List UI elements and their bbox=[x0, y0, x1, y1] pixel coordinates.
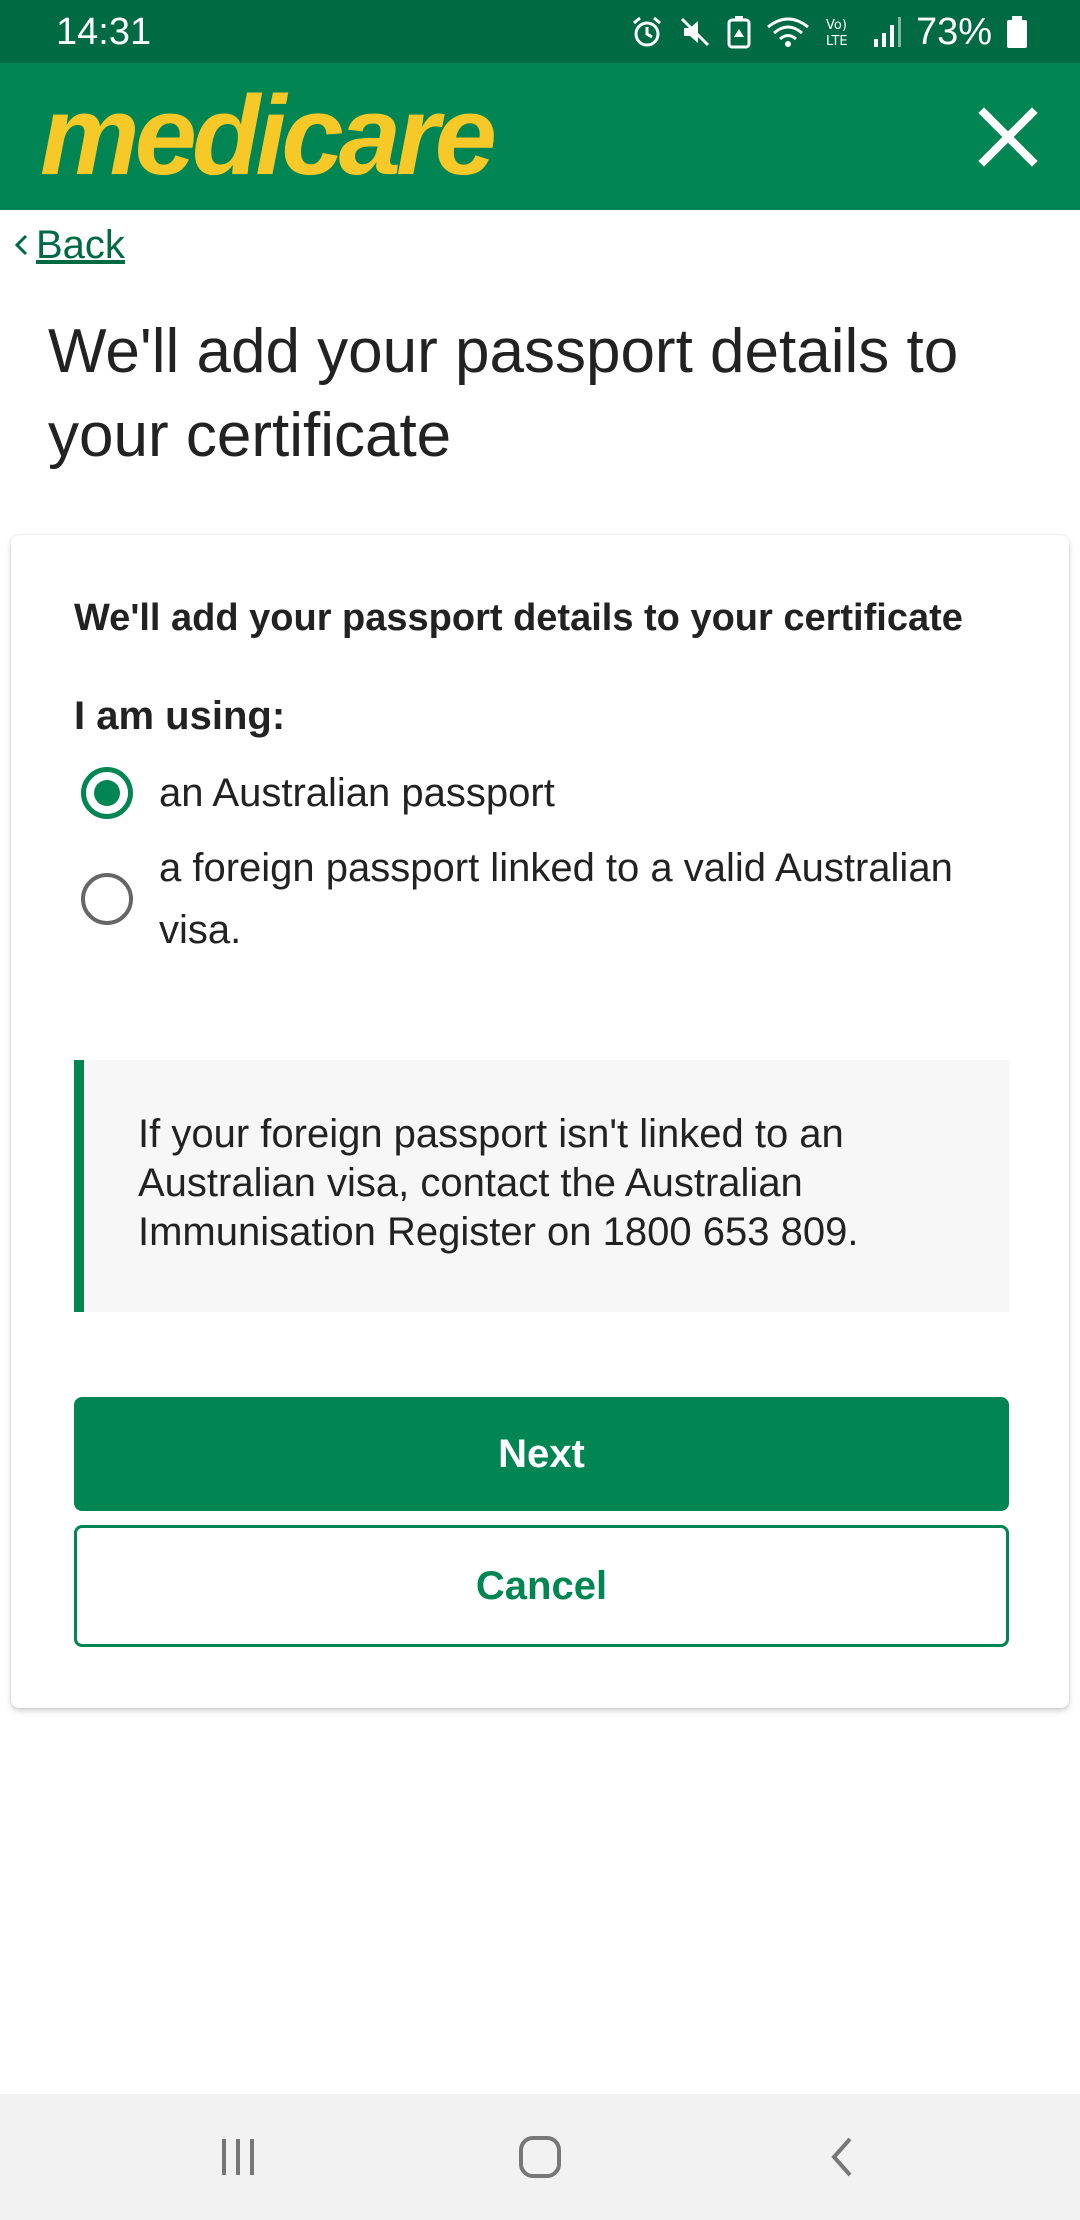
back-label: Back bbox=[36, 222, 125, 267]
status-icons: Vo) LTE 73% bbox=[630, 10, 1028, 54]
alarm-icon bbox=[632, 16, 661, 47]
app-header: medicare bbox=[0, 63, 1080, 210]
next-button[interactable]: Next bbox=[74, 1397, 1009, 1511]
recent-apps-icon bbox=[222, 2139, 254, 2175]
close-icon bbox=[978, 107, 1038, 167]
radio-dot bbox=[94, 780, 120, 806]
question-label: I am using: bbox=[74, 694, 286, 738]
signal-icon bbox=[873, 17, 901, 47]
radio-button-selected[interactable] bbox=[81, 767, 133, 819]
page-title: We'll add your passport details to your … bbox=[48, 317, 959, 470]
volte-lte-icon: Vo) LTE bbox=[826, 18, 848, 49]
home-button[interactable] bbox=[490, 2122, 590, 2192]
radio-button[interactable] bbox=[81, 873, 133, 925]
status-time: 14:31 bbox=[56, 11, 152, 53]
medicare-logo: medicare bbox=[40, 73, 497, 198]
status-bar: 14:31 Vo) LTE 73% bbox=[0, 0, 1080, 63]
svg-text:LTE: LTE bbox=[826, 34, 848, 49]
home-icon bbox=[519, 2136, 561, 2178]
wifi-icon bbox=[767, 17, 809, 47]
battery-percentage: 73% bbox=[915, 11, 992, 53]
mute-icon bbox=[680, 17, 709, 47]
option-australian-passport[interactable]: an Australian passport bbox=[81, 762, 1031, 824]
card-heading: We'll add your passport details to your … bbox=[74, 597, 963, 639]
info-callout: If your foreign passport isn't linked to… bbox=[74, 1060, 1009, 1312]
back-link[interactable]: Back bbox=[12, 220, 125, 270]
chevron-left-icon bbox=[14, 234, 28, 256]
cancel-button[interactable]: Cancel bbox=[74, 1525, 1009, 1647]
info-text: If your foreign passport isn't linked to… bbox=[138, 1112, 859, 1254]
close-button[interactable] bbox=[966, 95, 1050, 179]
back-nav-button[interactable] bbox=[792, 2122, 892, 2192]
option-label: a foreign passport linked to a valid Aus… bbox=[159, 846, 953, 952]
svg-text:Vo): Vo) bbox=[826, 18, 847, 33]
battery-saver-icon bbox=[727, 16, 751, 49]
option-label: an Australian passport bbox=[159, 771, 555, 815]
option-foreign-passport[interactable]: a foreign passport linked to a valid Aus… bbox=[81, 837, 1031, 961]
passport-card: We'll add your passport details to your … bbox=[11, 535, 1069, 1708]
recent-apps-button[interactable] bbox=[188, 2122, 288, 2192]
system-nav-bar bbox=[0, 2094, 1080, 2220]
battery-icon bbox=[1007, 16, 1027, 48]
back-nav-icon bbox=[831, 2137, 852, 2177]
